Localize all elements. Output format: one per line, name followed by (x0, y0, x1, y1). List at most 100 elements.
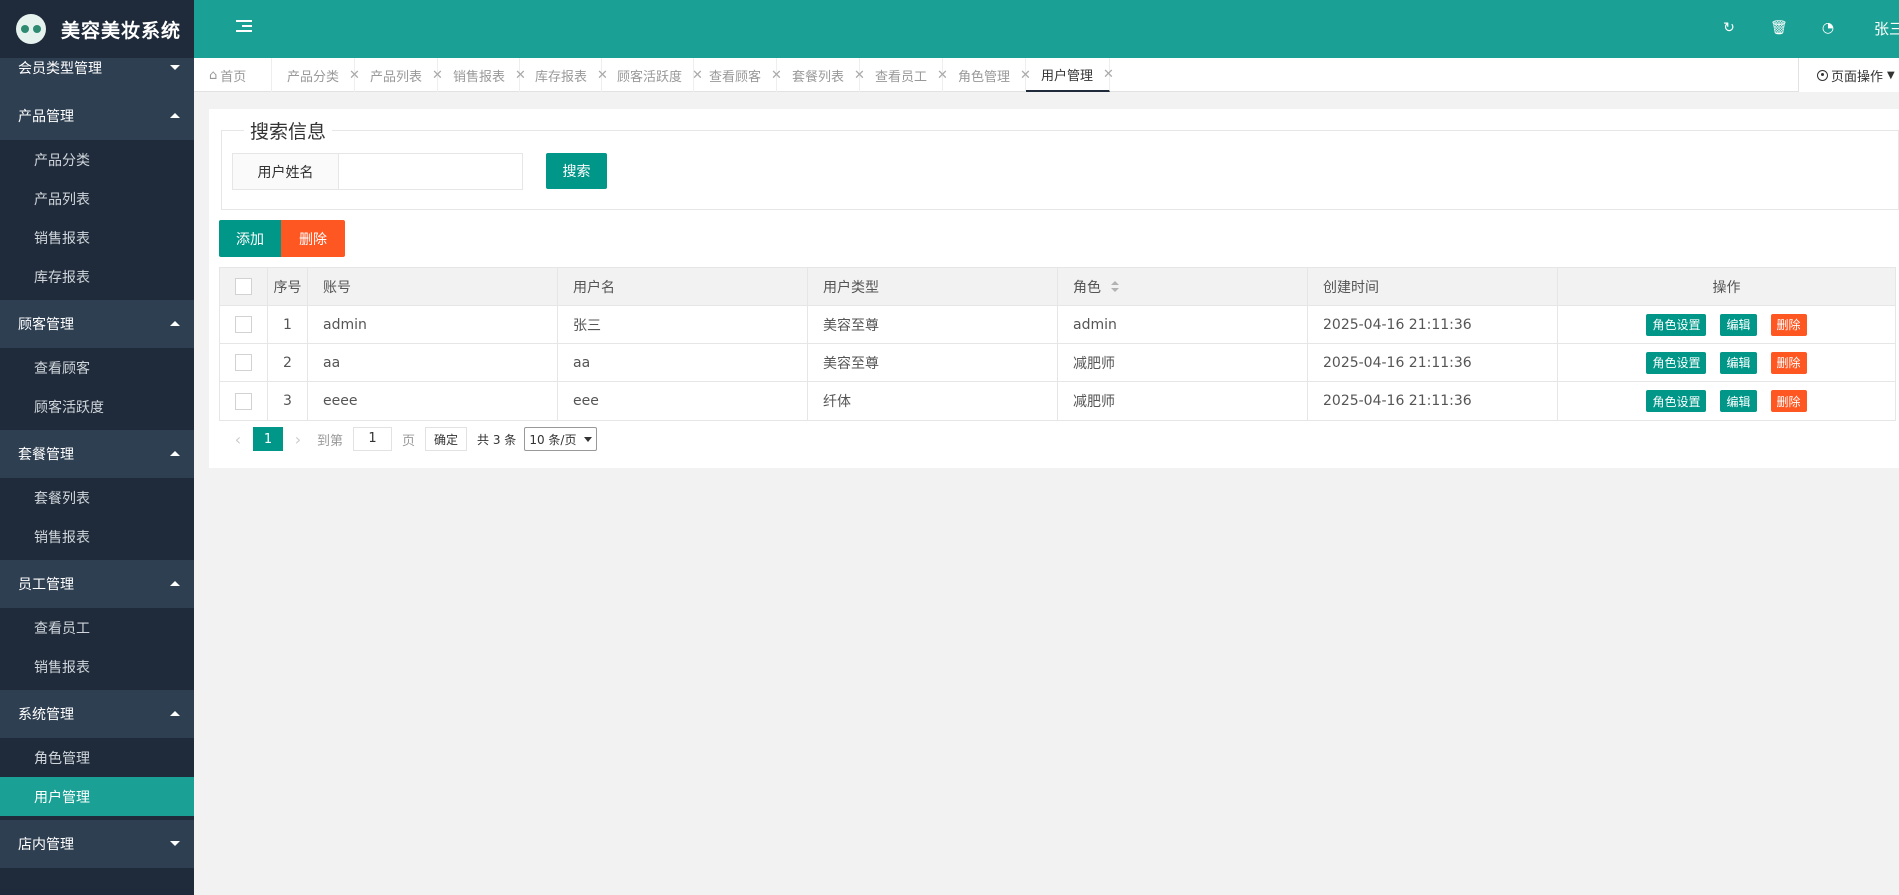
refresh-icon[interactable]: ↻ (1721, 20, 1737, 36)
cell-actions: 角色设置 编辑 删除 (1558, 306, 1895, 343)
tab-label: 产品列表 (370, 69, 423, 85)
tab[interactable]: 顾客活跃度 ✕ (602, 58, 703, 92)
sidebar-group[interactable]: 系统管理 (0, 690, 194, 738)
sidebar: 会员类型管理 产品管理 产品分类 产品列表 销售报表 库存报表 顾客管理 查看顾客 顾客活跃度套… (0, 58, 194, 895)
tab[interactable]: 查看顾客 ✕ (694, 58, 782, 92)
tab-label: 首页 (220, 69, 247, 85)
sidebar-group[interactable]: 店内管理 (0, 820, 194, 868)
role-settings-button[interactable]: 角色设置 (1646, 351, 1707, 374)
col-header-role[interactable]: 角色 (1058, 268, 1308, 305)
page-unit-label: 页 (402, 433, 416, 449)
select-all-checkbox[interactable] (235, 278, 252, 295)
cell-created: 2025-04-16 21:11:36 (1308, 344, 1558, 381)
cell-user-type: 纤体 (808, 382, 1058, 420)
col-header-username: 用户名 (558, 268, 808, 305)
row-delete-button[interactable]: 删除 (1770, 351, 1807, 374)
tab[interactable]: 角色管理 ✕ (943, 58, 1031, 92)
user-name[interactable]: 张三 (1874, 18, 1899, 39)
tab[interactable]: ⌂ 首页 (194, 58, 272, 92)
sidebar-item[interactable]: 产品列表 (0, 179, 194, 218)
col-header-no: 序号 (268, 268, 308, 305)
username-search-input[interactable] (338, 153, 523, 190)
edit-button[interactable]: 编辑 (1720, 313, 1757, 336)
pagination: ‹ 1 › 到第 1 页 确定 共 3 条 10 条/页 (219, 420, 598, 458)
sidebar-group[interactable]: 员工管理 (0, 560, 194, 608)
search-button[interactable]: 搜索 (546, 153, 607, 189)
tab-label: 顾客活跃度 (617, 69, 683, 85)
sidebar-item[interactable]: 库存报表 (0, 257, 194, 296)
tab[interactable]: 库存报表 ✕ (520, 58, 608, 92)
cell-role: 减肥师 (1058, 344, 1308, 381)
trash-icon[interactable]: 🗑 (1770, 20, 1788, 36)
menu-toggle-icon[interactable] (236, 20, 252, 36)
sort-icon[interactable] (1111, 280, 1119, 293)
glasses-logo-icon (16, 14, 46, 44)
tab[interactable]: 产品分类 ✕ (272, 58, 360, 92)
app-logo[interactable]: 美容美妆系统 (0, 0, 194, 58)
tab[interactable]: 套餐列表 ✕ (777, 58, 865, 92)
row-select-cell (220, 306, 268, 343)
row-delete-button[interactable]: 删除 (1770, 390, 1807, 412)
row-checkbox[interactable] (235, 316, 252, 333)
row-checkbox[interactable] (235, 392, 252, 410)
edit-button[interactable]: 编辑 (1720, 351, 1757, 374)
goto-page-input[interactable]: 1 (353, 427, 393, 451)
table-header-row: 序号 账号 用户名 用户类型 角色 创建时间 操作 (220, 268, 1895, 306)
cell-actions: 角色设置 编辑 删除 (1558, 344, 1895, 381)
sidebar-item[interactable]: 顾客活跃度 (0, 387, 194, 426)
role-settings-button[interactable]: 角色设置 (1646, 313, 1707, 336)
tab-label: 套餐列表 (792, 69, 845, 85)
chevron-down-icon: ▼ (1887, 69, 1895, 81)
row-select-cell (220, 382, 268, 420)
page-size-select[interactable]: 10 条/页 (524, 427, 598, 451)
tab[interactable]: 用户管理 ✕ (1026, 58, 1114, 92)
user-table: 序号 账号 用户名 用户类型 角色 创建时间 操作 1 admin 张三 美容至尊 ad… (219, 267, 1896, 421)
tab[interactable]: 查看员工 ✕ (860, 58, 948, 92)
col-header-role-label: 角色 (1073, 279, 1101, 296)
cell-username: 张三 (558, 306, 808, 343)
dashboard-icon[interactable]: ◔ (1820, 20, 1836, 36)
sidebar-group[interactable]: 套餐管理 (0, 430, 194, 478)
sidebar-group[interactable]: 产品管理 (0, 92, 194, 140)
sidebar-item[interactable]: 产品分类 (0, 140, 194, 179)
edit-button[interactable]: 编辑 (1720, 390, 1757, 412)
next-page-icon[interactable]: › (291, 427, 305, 451)
page-size-value: 10 条/页 (529, 432, 577, 447)
caret-down-icon (170, 841, 180, 846)
close-tab-icon[interactable]: ✕ (1103, 67, 1114, 82)
sidebar-item[interactable]: 销售报表 (0, 517, 194, 556)
sidebar-group-label: 系统管理 (18, 707, 74, 723)
sidebar-item[interactable]: 销售报表 (0, 218, 194, 257)
username-search-label: 用户姓名 (232, 153, 339, 190)
caret-up-icon (170, 451, 180, 456)
goto-confirm-button[interactable]: 确定 (425, 427, 468, 451)
row-delete-button[interactable]: 删除 (1770, 313, 1807, 336)
select-all-cell (220, 268, 268, 305)
sidebar-item[interactable]: 查看顾客 (0, 348, 194, 387)
sidebar-item[interactable]: 销售报表 (0, 647, 194, 686)
home-icon: ⌂ (209, 67, 218, 83)
row-checkbox[interactable] (235, 354, 252, 371)
page-operations-dropdown[interactable]: 页面操作 ▼ (1798, 58, 1899, 92)
sidebar-item[interactable]: 查看员工 (0, 608, 194, 647)
table-row: 2 aa aa 美容至尊 减肥师 2025-04-16 21:11:36 角色设置 编辑 删除 (220, 344, 1895, 382)
sidebar-item[interactable]: 角色管理 (0, 738, 194, 777)
tab[interactable]: 产品列表 ✕ (355, 58, 443, 92)
search-legend: 搜索信息 (244, 117, 333, 144)
sidebar-item[interactable]: 用户管理 (0, 777, 194, 816)
page-operations-label: 页面操作 (1831, 69, 1884, 85)
current-page[interactable]: 1 (253, 427, 283, 451)
col-header-created: 创建时间 (1308, 268, 1558, 305)
role-settings-button[interactable]: 角色设置 (1646, 390, 1707, 412)
sidebar-item[interactable]: 套餐列表 (0, 478, 194, 517)
tab[interactable]: 销售报表 ✕ (438, 58, 526, 92)
prev-page-icon[interactable]: ‹ (231, 427, 245, 451)
cell-username: aa (558, 344, 808, 381)
sidebar-group[interactable]: 顾客管理 (0, 300, 194, 348)
tab-label: 查看员工 (875, 69, 928, 85)
add-button[interactable]: 添加 (219, 220, 281, 257)
sidebar-group[interactable]: 会员类型管理 (0, 58, 194, 92)
delete-button[interactable]: 删除 (281, 220, 345, 257)
chevron-down-icon (584, 436, 593, 442)
col-header-user-type: 用户类型 (808, 268, 1058, 305)
